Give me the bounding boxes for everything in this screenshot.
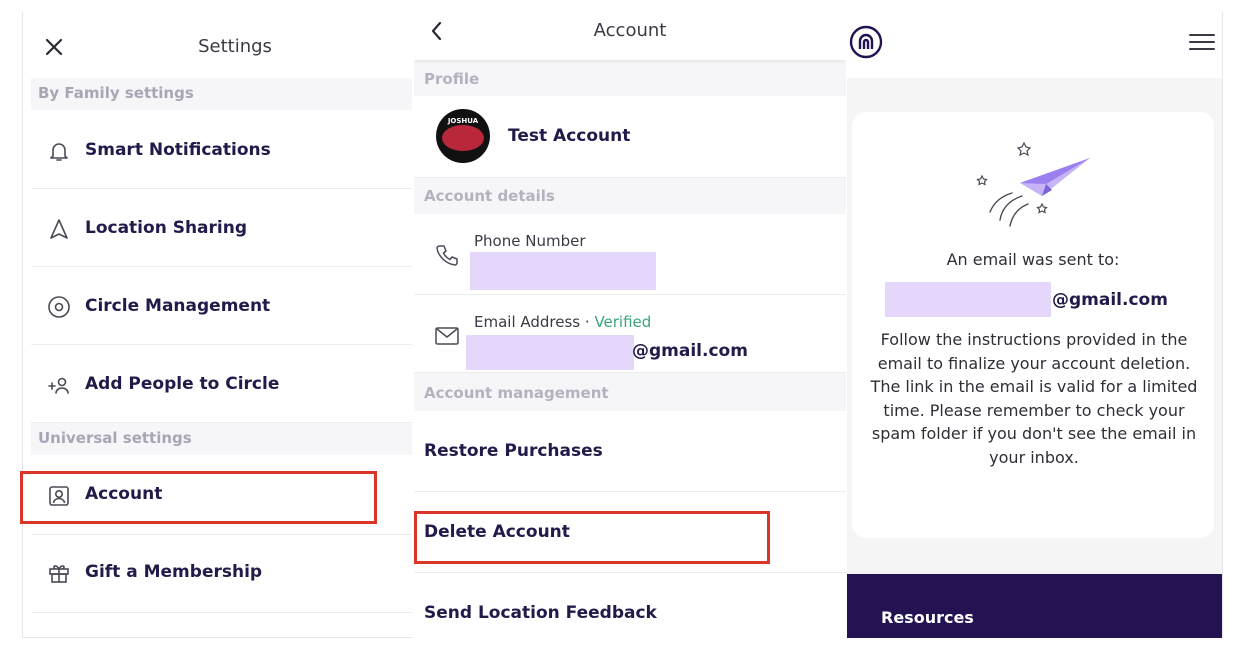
phone-icon (436, 245, 458, 266)
profile-name: Test Account (508, 126, 631, 146)
app-top-bar (847, 12, 1222, 78)
settings-title: Settings (198, 36, 272, 57)
account-icon (49, 486, 69, 506)
account-details-header: Account details (424, 187, 555, 205)
profile-row[interactable]: JOSHUA Test Account (414, 96, 846, 178)
email-domain: @gmail.com (632, 341, 748, 361)
redacted-email-user (885, 282, 1051, 317)
settings-panel: Settings By Family settings Smart Notifi… (22, 12, 412, 638)
settings-item-label: Location Sharing (85, 218, 248, 238)
avatar-text: JOSHUA (447, 117, 479, 125)
resources-label[interactable]: Resources (881, 608, 974, 627)
settings-header: Settings (23, 12, 412, 80)
email-domain: @gmail.com (1052, 290, 1168, 310)
email-sent-panel: An email was sent to: @gmail.com Follow … (847, 12, 1223, 638)
settings-item-smart-notifications[interactable]: Smart Notifications (31, 112, 412, 189)
bell-icon (50, 143, 68, 161)
hamburger-menu-icon[interactable] (1189, 32, 1215, 52)
email-sent-heading: An email was sent to: (946, 250, 1120, 269)
settings-item-add-people[interactable]: Add People to Circle (31, 346, 412, 423)
settings-item-circle-management[interactable]: Circle Management (31, 268, 412, 345)
add-person-icon (48, 377, 69, 394)
resources-footer: Resources (847, 574, 1222, 638)
app-logo-icon[interactable] (849, 25, 883, 59)
verified-badge: Verified (594, 313, 652, 331)
circle-target-icon (48, 296, 70, 318)
settings-item-label: Add People to Circle (85, 374, 280, 394)
settings-item-label: Account (85, 484, 163, 504)
location-arrow-icon (50, 219, 68, 239)
paper-plane-illustration-icon (976, 141, 1090, 227)
redacted-phone-number (470, 252, 656, 290)
avatar-graphic (442, 125, 484, 151)
phone-number-row[interactable]: Phone Number (414, 214, 846, 295)
send-location-feedback-item[interactable]: Send Location Feedback (414, 573, 846, 638)
deletion-instructions: Follow the instructions provided in the … (870, 330, 1198, 467)
management-item-label: Delete Account (424, 522, 570, 542)
phone-number-label: Phone Number (474, 232, 586, 250)
email-address-row[interactable]: Email Address · Verified @gmail.com (414, 295, 846, 373)
account-management-header: Account management (424, 384, 609, 402)
redacted-email-user (466, 335, 634, 370)
avatar: JOSHUA (436, 109, 490, 163)
restore-purchases-item[interactable]: Restore Purchases (414, 411, 846, 492)
email-sent-card: An email was sent to: @gmail.com Follow … (852, 112, 1214, 538)
settings-item-label: Smart Notifications (85, 140, 271, 160)
settings-item-label: Circle Management (85, 296, 271, 316)
email-label-text: Email Address · (474, 313, 595, 331)
gift-icon (49, 565, 69, 583)
family-settings-header: By Family settings (31, 78, 412, 110)
account-title: Account (593, 20, 667, 41)
universal-settings-header: Universal settings (31, 423, 412, 455)
envelope-icon (435, 327, 459, 345)
settings-item-gift-membership[interactable]: Gift a Membership (31, 536, 412, 613)
settings-item-location-sharing[interactable]: Location Sharing (31, 190, 412, 267)
account-header: Account (414, 12, 846, 60)
email-address-label: Email Address · Verified (474, 313, 651, 331)
account-panel: Account Profile JOSHUA Test Account Acco… (414, 12, 846, 638)
settings-item-account[interactable]: Account (31, 458, 412, 535)
delete-account-item[interactable]: Delete Account (414, 492, 846, 573)
management-item-label: Send Location Feedback (424, 603, 657, 623)
profile-section-header: Profile (424, 70, 480, 88)
management-item-label: Restore Purchases (424, 441, 603, 461)
settings-item-label: Gift a Membership (85, 562, 263, 582)
